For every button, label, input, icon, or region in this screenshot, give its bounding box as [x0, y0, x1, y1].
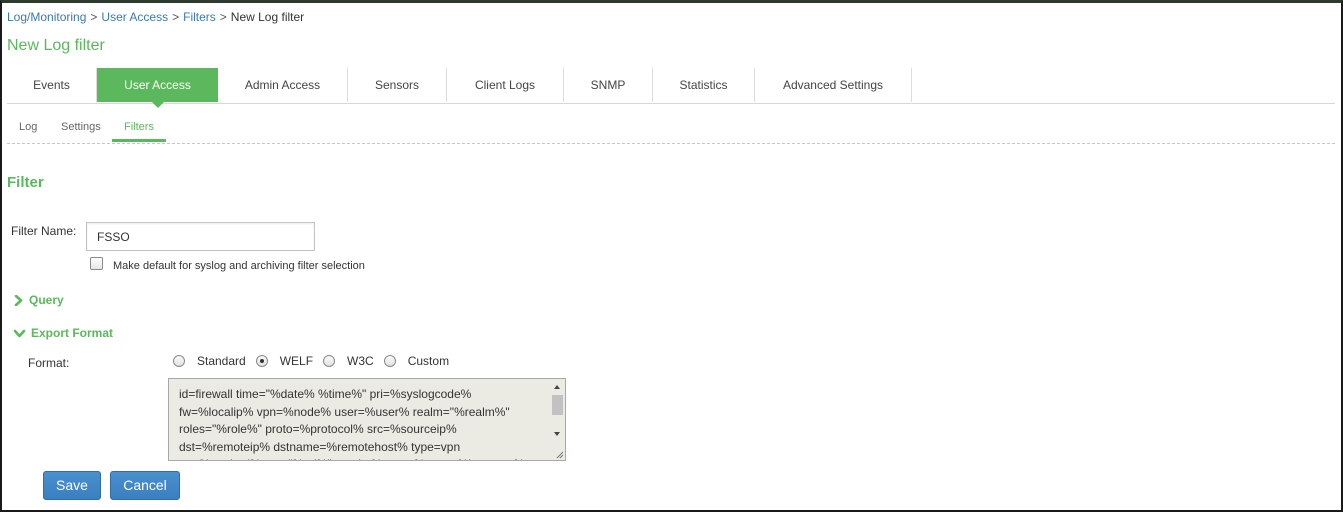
- chevron-right-icon: [14, 294, 23, 306]
- scroll-down-arrow-icon[interactable]: [554, 432, 560, 436]
- filter-name-input[interactable]: [86, 222, 315, 251]
- tab-client-logs[interactable]: Client Logs: [447, 68, 564, 102]
- breadcrumb-separator: >: [219, 10, 227, 24]
- format-standard-label: Standard: [197, 354, 246, 368]
- textarea-scrollbar[interactable]: [550, 379, 565, 460]
- main-tabs: Events User Access Admin Access Sensors …: [7, 68, 1335, 108]
- format-custom-radio[interactable]: [383, 355, 396, 367]
- chevron-down-icon: [14, 329, 25, 337]
- format-w3c-label: W3C: [347, 354, 374, 368]
- format-template-text: id=firewall time="%date% %time%" pri=%sy…: [179, 387, 524, 460]
- tab-sensors[interactable]: Sensors: [348, 68, 447, 102]
- subtab-log[interactable]: Log: [19, 121, 37, 133]
- section-title: Filter: [7, 174, 44, 191]
- active-subtab-indicator: [112, 139, 166, 142]
- query-label: Query: [29, 293, 64, 307]
- tab-advanced-settings[interactable]: Advanced Settings: [755, 68, 912, 102]
- format-radio-group: Standard WELF W3C Custom: [173, 354, 459, 368]
- default-filter-row: Make default for syslog and archiving fi…: [90, 256, 365, 272]
- export-format-label: Export Format: [31, 326, 114, 340]
- breadcrumb-current: New Log filter: [230, 10, 305, 24]
- format-standard-radio[interactable]: [173, 355, 185, 367]
- tab-snmp[interactable]: SNMP: [564, 68, 653, 102]
- format-custom-label: Custom: [407, 354, 450, 368]
- format-label: Format:: [28, 356, 70, 370]
- breadcrumb-separator: >: [172, 10, 180, 24]
- subtab-filters[interactable]: Filters: [124, 121, 154, 133]
- filter-name-label: Filter Name:: [11, 224, 77, 238]
- format-w3c-radio[interactable]: [323, 355, 336, 367]
- breadcrumb-log-monitoring[interactable]: Log/Monitoring: [7, 10, 86, 24]
- format-welf-radio[interactable]: [255, 355, 268, 367]
- subtab-settings[interactable]: Settings: [61, 121, 101, 133]
- format-template-textarea[interactable]: id=firewall time="%date% %time%" pri=%sy…: [168, 378, 566, 461]
- breadcrumb-filters[interactable]: Filters: [183, 10, 216, 24]
- tab-events[interactable]: Events: [7, 68, 97, 102]
- export-format-toggle[interactable]: Export Format: [14, 326, 113, 340]
- query-toggle[interactable]: Query: [14, 293, 64, 307]
- breadcrumb: Log/Monitoring > User Access > Filters > New L…: [7, 10, 304, 24]
- save-button[interactable]: Save: [43, 471, 101, 500]
- default-filter-checkbox[interactable]: [90, 256, 103, 270]
- page-title: New Log filter: [7, 37, 105, 54]
- sub-tabs: Log Settings Filters: [7, 113, 1335, 144]
- scroll-thumb[interactable]: [552, 395, 563, 415]
- tab-statistics[interactable]: Statistics: [653, 68, 755, 102]
- tab-user-access[interactable]: User Access: [97, 68, 218, 108]
- breadcrumb-separator: >: [90, 10, 98, 24]
- default-filter-label: Make default for syslog and archiving fi…: [113, 260, 365, 272]
- cancel-button[interactable]: Cancel: [110, 471, 180, 500]
- resize-grip-icon[interactable]: [556, 451, 564, 459]
- breadcrumb-user-access[interactable]: User Access: [101, 10, 168, 24]
- scroll-up-arrow-icon[interactable]: [554, 385, 560, 389]
- format-welf-label: WELF: [279, 354, 314, 368]
- tab-admin-access[interactable]: Admin Access: [218, 68, 348, 102]
